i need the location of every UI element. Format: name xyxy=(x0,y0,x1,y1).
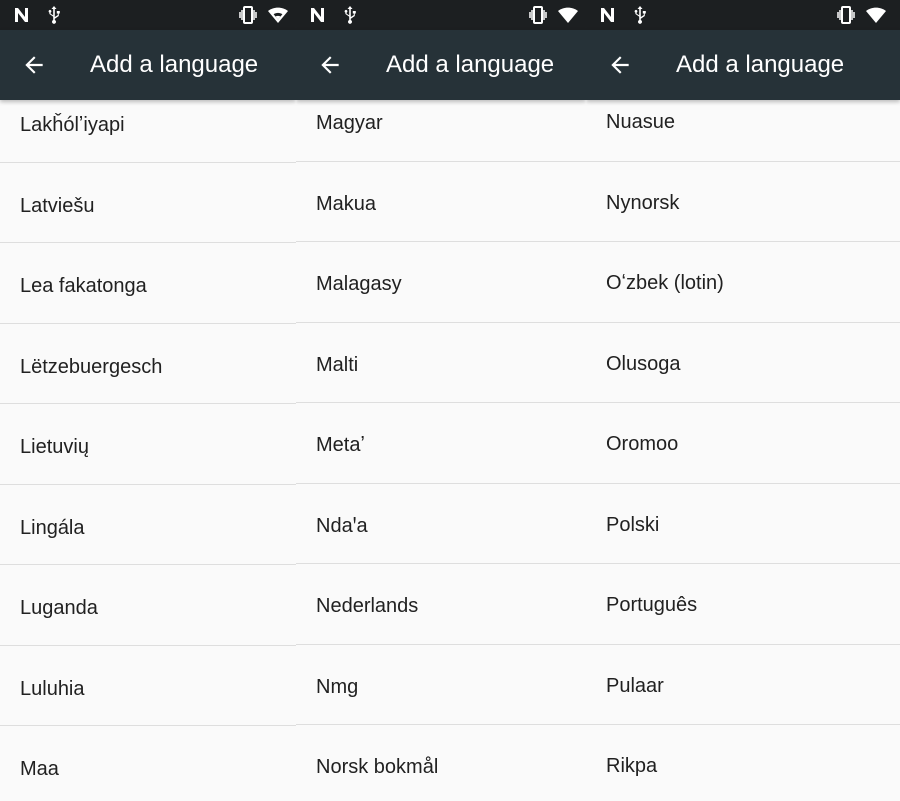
screenshot-collage: Add a language Lakȟólʼiyapi Latviešu Lea… xyxy=(0,0,900,801)
back-button[interactable] xyxy=(600,45,640,85)
status-bar xyxy=(586,0,900,30)
language-item[interactable]: Malagasy xyxy=(296,242,586,323)
language-list: Nuasue Nynorsk Oʻzbek (lotin) Olusoga Or… xyxy=(586,81,900,801)
language-item[interactable]: Makua xyxy=(296,162,586,242)
language-item[interactable]: Ndaꞌa xyxy=(296,484,586,564)
phone-screen-3: Add a language Nuasue Nynorsk Oʻzbek (lo… xyxy=(586,0,900,801)
usb-icon xyxy=(48,6,60,24)
notification-n-icon xyxy=(601,8,614,22)
usb-icon xyxy=(344,6,356,24)
phone-screen-2: Add a language Magyar Makua Malagasy Mal… xyxy=(296,0,586,801)
language-label: Malti xyxy=(316,353,359,376)
language-label: Lakȟólʼiyapi xyxy=(20,114,125,136)
language-label: Lea fakatonga xyxy=(20,275,147,297)
language-item[interactable]: Nynorsk xyxy=(586,162,900,242)
language-label: Lingála xyxy=(20,516,85,539)
language-item[interactable]: Lietuvių xyxy=(0,404,296,485)
wifi-icon xyxy=(866,7,886,23)
vibrate-icon xyxy=(239,6,257,24)
notification-n-icon xyxy=(311,8,324,22)
language-label: Polski xyxy=(606,513,660,536)
status-bar xyxy=(0,0,296,30)
language-item[interactable]: Latviešu xyxy=(0,163,296,243)
language-item[interactable]: Luluhia xyxy=(0,646,296,726)
language-label: Lietuvių xyxy=(20,436,89,458)
language-item[interactable]: Maa xyxy=(0,726,296,801)
wifi-icon xyxy=(558,7,578,23)
language-label: Olusoga xyxy=(606,352,681,375)
arrow-back-icon xyxy=(321,56,339,74)
language-item[interactable]: Oʻzbek (lotin) xyxy=(586,242,900,323)
language-label: Oʻzbek (lotin) xyxy=(606,272,724,294)
language-label: Luganda xyxy=(20,597,98,619)
language-item[interactable]: Oromoo xyxy=(586,403,900,484)
back-button[interactable] xyxy=(310,45,350,85)
language-item[interactable]: Pulaar xyxy=(586,645,900,725)
app-bar: Add a language xyxy=(586,30,900,100)
language-label: Nederlands xyxy=(316,595,419,617)
language-item[interactable]: Lea fakatonga xyxy=(0,243,296,324)
language-label: Malagasy xyxy=(316,273,402,295)
language-label: Nynorsk xyxy=(606,191,680,214)
language-item[interactable]: Lingála xyxy=(0,485,296,565)
language-item[interactable]: Polski xyxy=(586,484,900,564)
language-label: Makua xyxy=(316,192,377,215)
language-item[interactable]: Português xyxy=(586,564,900,645)
page-title: Add a language xyxy=(386,51,555,78)
language-item[interactable]: Olusoga xyxy=(586,323,900,403)
language-list: Lakȟólʼiyapi Latviešu Lea fakatonga Lëtz… xyxy=(0,82,296,801)
notification-n-icon xyxy=(15,8,28,22)
language-item[interactable]: Rikpa xyxy=(586,725,900,801)
language-label: Metaʼ xyxy=(316,434,365,456)
language-item[interactable]: Malti xyxy=(296,323,586,403)
language-label: Magyar xyxy=(316,112,383,134)
phone-screen-1: Add a language Lakȟólʼiyapi Latviešu Lea… xyxy=(0,0,296,801)
language-item[interactable]: Norsk bokmål xyxy=(296,725,586,801)
back-button[interactable] xyxy=(14,45,54,85)
language-item[interactable]: Nederlands xyxy=(296,564,586,645)
page-title: Add a language xyxy=(90,51,259,78)
app-bar: Add a language xyxy=(296,30,586,100)
wifi-icon xyxy=(268,7,288,23)
usb-icon xyxy=(634,6,646,24)
status-bar xyxy=(296,0,586,30)
page-title: Add a language xyxy=(676,51,845,78)
language-label: Latviešu xyxy=(20,194,95,217)
language-item[interactable]: Lëtzebuergesch xyxy=(0,324,296,404)
language-item[interactable]: Luganda xyxy=(0,565,296,646)
language-label: Ndaꞌa xyxy=(316,514,368,537)
language-item[interactable]: Nmg xyxy=(296,645,586,725)
arrow-back-icon xyxy=(25,56,43,74)
language-list: Magyar Makua Malagasy Malti Metaʼ Ndaꞌa … xyxy=(296,81,586,801)
language-label: Rikpa xyxy=(606,755,658,777)
language-label: Nmg xyxy=(316,675,359,698)
arrow-back-icon xyxy=(611,56,629,74)
language-label: Lëtzebuergesch xyxy=(20,355,163,378)
language-label: Nuasue xyxy=(606,111,675,133)
language-label: Pulaar xyxy=(606,674,664,697)
app-bar: Add a language xyxy=(0,30,296,100)
language-label: Oromoo xyxy=(606,433,679,455)
vibrate-icon xyxy=(837,6,855,24)
language-label: Português xyxy=(606,594,698,616)
language-label: Maa xyxy=(20,758,59,780)
language-item[interactable]: Metaʼ xyxy=(296,403,586,484)
vibrate-icon xyxy=(529,6,547,24)
language-label: Norsk bokmål xyxy=(316,756,439,778)
language-label: Luluhia xyxy=(20,677,85,700)
